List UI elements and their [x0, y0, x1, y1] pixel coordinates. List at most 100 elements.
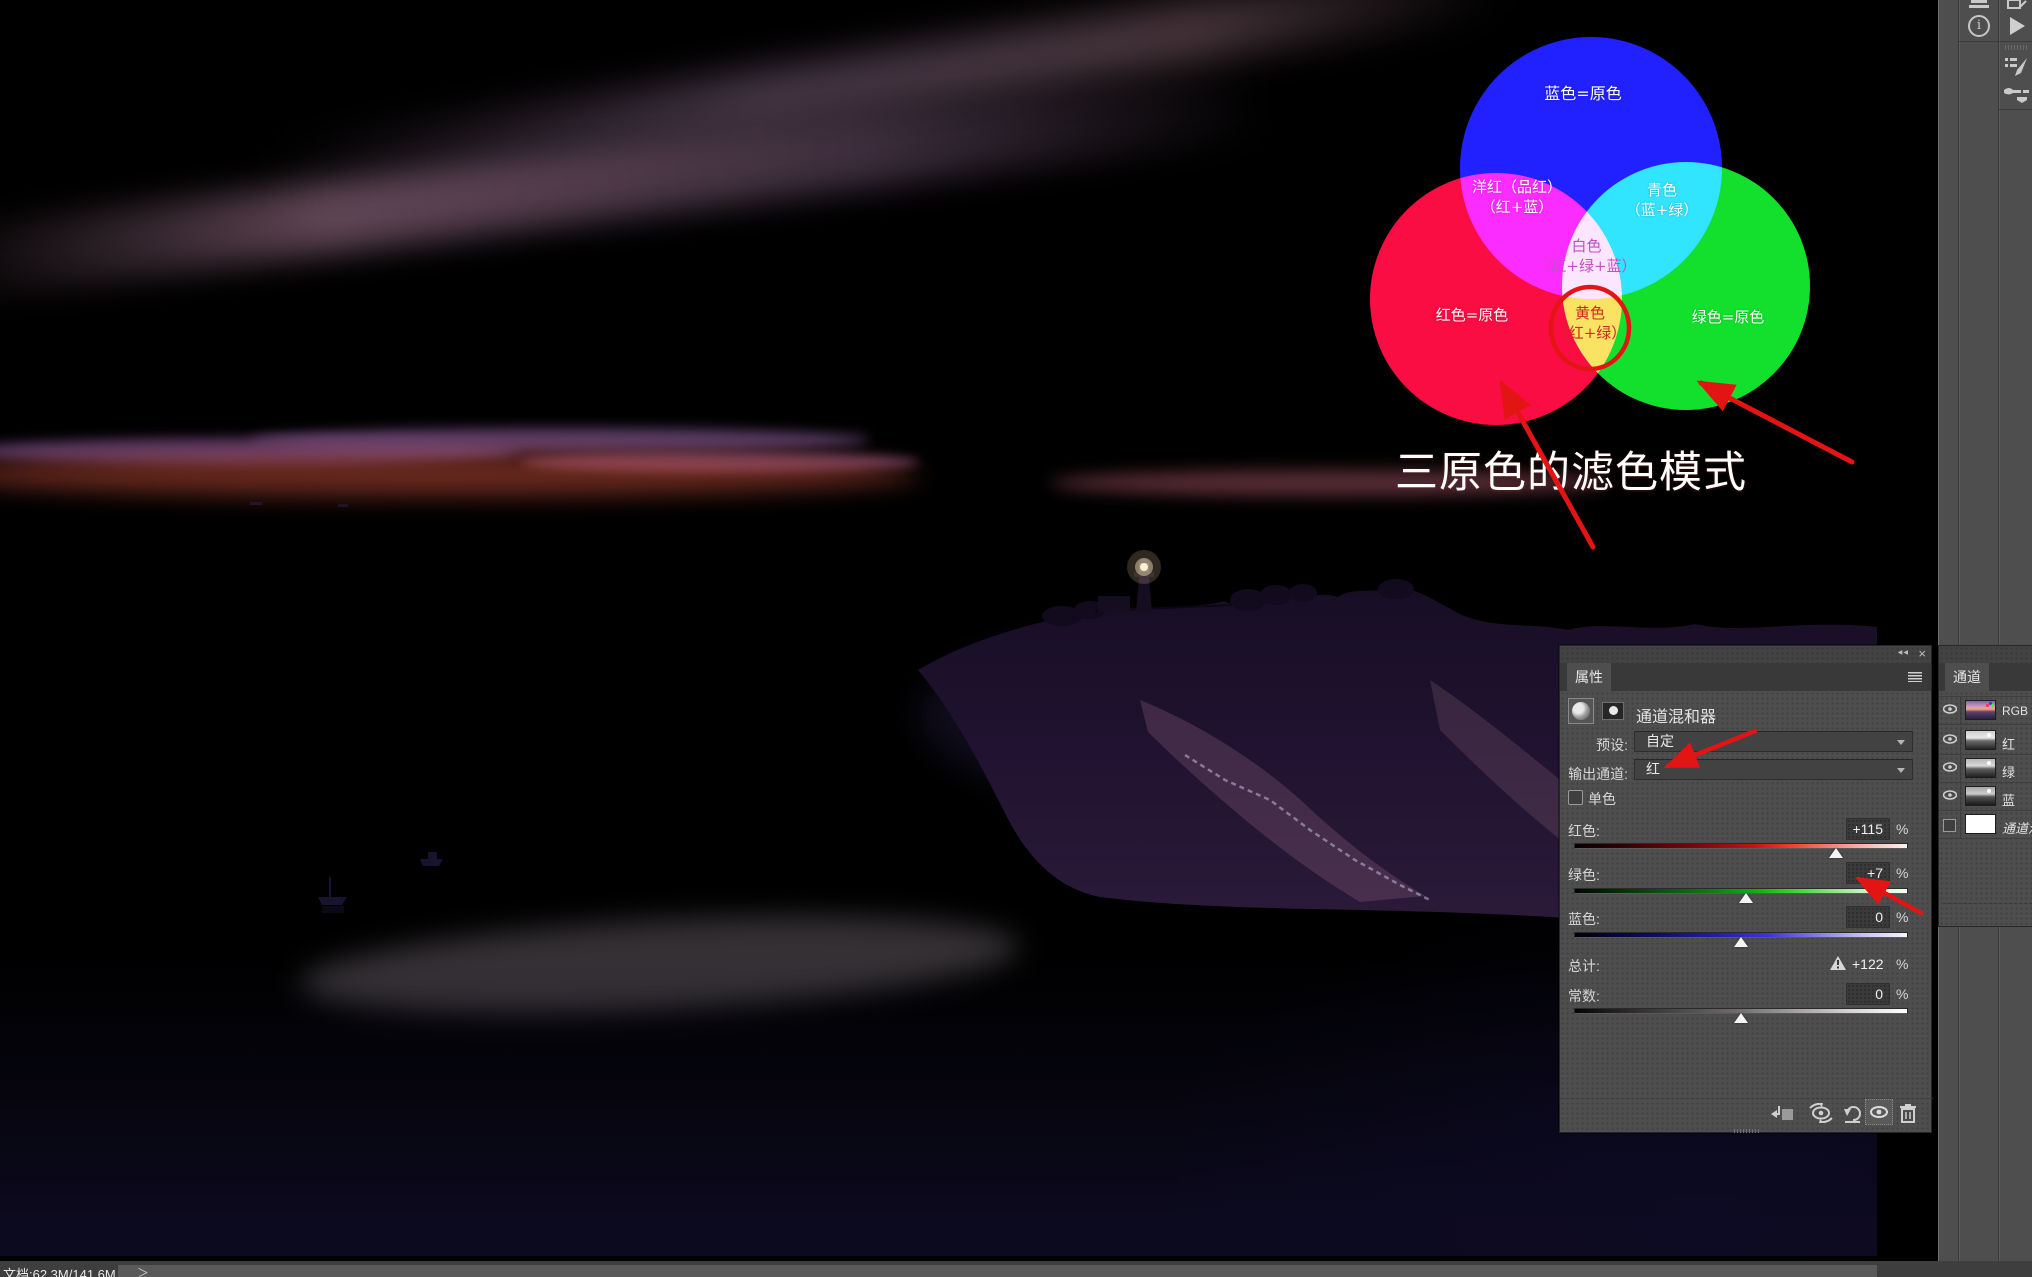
blue-slider-thumb[interactable]: [1734, 937, 1748, 947]
visibility-toggle-button[interactable]: [1865, 1099, 1893, 1125]
blue-slider[interactable]: [1574, 934, 1906, 948]
annotation-caption: 三原色的滤色模式: [1395, 438, 1775, 500]
visibility-eye-icon[interactable]: [1939, 783, 1961, 810]
close-panel-icon[interactable]: ×: [1918, 646, 1926, 661]
red-unit: %: [1896, 821, 1908, 837]
visibility-eye-icon[interactable]: [1939, 697, 1961, 724]
total-unit: %: [1896, 956, 1908, 972]
channel-row-green[interactable]: 绿: [1939, 755, 2032, 783]
chevron-down-icon: [1897, 740, 1905, 745]
dock-divider: [1998, 0, 1999, 1261]
venn-label-blue: 蓝色=原色: [1503, 83, 1663, 105]
red-value-field[interactable]: +115: [1846, 818, 1890, 840]
red-slider[interactable]: [1574, 845, 1906, 859]
dock-grip[interactable]: [2005, 45, 2029, 50]
output-channel-value: 红: [1646, 761, 1660, 777]
constant-label: 常数:: [1568, 986, 1600, 1006]
channel-thumbnail-gray[interactable]: [1965, 730, 1996, 750]
status-bar: 文档:62.3M/141.6M ＞: [0, 1261, 2032, 1277]
output-channel-label: 输出通道:: [1560, 764, 1628, 784]
clip-to-layer-icon[interactable]: [1771, 1105, 1795, 1123]
eye-icon: [1870, 1106, 1888, 1118]
blue-unit: %: [1896, 909, 1908, 925]
preset-dropdown[interactable]: 自定: [1634, 731, 1913, 752]
visibility-checkbox[interactable]: [1939, 811, 1961, 838]
photoshop-window: 蓝色=原色 洋红（品红） （红+蓝） 青色 （蓝+绿） 白色 （红+绿+蓝） 黄…: [0, 0, 2032, 1277]
adjustment-title: 通道混和器: [1636, 703, 1716, 727]
chevron-down-icon: [1897, 768, 1905, 773]
actions-play-icon[interactable]: [2010, 17, 2025, 35]
info-icon[interactable]: i: [1968, 15, 1990, 37]
tab-channels[interactable]: 通道: [1945, 663, 1989, 691]
thumb-dot: [1987, 761, 1991, 765]
channels-tabstrip: 通道: [1939, 663, 2032, 691]
timeline-icon[interactable]: [2007, 0, 2027, 9]
boats: [250, 502, 443, 913]
thumb-dot: [1987, 733, 1991, 737]
lighthouse: [1098, 550, 1161, 612]
properties-panel: ◀◀ × 属性 通道混和器 预设: 自定 输出通道: 红 单色: [1559, 645, 1932, 1133]
constant-slider[interactable]: [1574, 1010, 1906, 1024]
view-previous-state-icon[interactable]: [1807, 1103, 1835, 1123]
warning-icon: [1830, 956, 1846, 970]
channel-thumbnail-gray[interactable]: [1965, 786, 1996, 806]
channel-mixer-glyph: [1572, 702, 1590, 720]
panel-topbar: ◀◀ ×: [1560, 646, 1931, 663]
thumb-dot: [1987, 789, 1991, 793]
constant-value-field[interactable]: 0: [1846, 983, 1890, 1005]
total-value: +122: [1852, 956, 1884, 972]
blue-value-field[interactable]: 0: [1846, 906, 1890, 928]
channel-name: 绿: [2002, 762, 2015, 781]
green-slider-label: 绿色:: [1568, 865, 1600, 885]
channel-thumbnail-mask[interactable]: [1965, 814, 1996, 834]
green-value-field[interactable]: +7: [1846, 862, 1890, 884]
mask-circle: [1609, 706, 1618, 715]
horizontal-scrollbar[interactable]: [118, 1265, 1877, 1277]
green-slider[interactable]: [1574, 890, 1906, 904]
green-slider-thumb[interactable]: [1739, 893, 1753, 903]
document-size-info: 文档:62.3M/141.6M: [3, 1264, 116, 1277]
constant-slider-thumb[interactable]: [1734, 1013, 1748, 1023]
panel-menu-icon[interactable]: [1908, 672, 1922, 682]
channel-thumbnail-rgb[interactable]: [1965, 700, 1996, 720]
right-panel-dock: i: [1938, 0, 2032, 1261]
monochrome-checkbox[interactable]: [1568, 790, 1583, 805]
total-label: 总计:: [1568, 956, 1600, 976]
channel-row-rgb[interactable]: RGB: [1939, 696, 2032, 725]
preset-label: 预设:: [1560, 735, 1628, 755]
channel-row-blue[interactable]: 蓝: [1939, 783, 2032, 811]
red-slider-thumb[interactable]: [1829, 848, 1843, 858]
tool-presets-icon[interactable]: [2003, 84, 2029, 104]
visibility-eye-icon[interactable]: [1939, 755, 1961, 782]
tab-properties[interactable]: 属性: [1567, 663, 1611, 691]
channel-row-mask[interactable]: 通道混...: [1939, 811, 2032, 839]
channel-thumbnail-gray[interactable]: [1965, 758, 1996, 778]
brush-settings-icon[interactable]: [2005, 56, 2029, 78]
mask-thumbnail-icon: [1602, 702, 1624, 720]
thumb-dot: [1991, 704, 1994, 707]
venn-label-magenta: 洋红（品红） （红+蓝）: [1427, 177, 1607, 218]
green-unit: %: [1896, 865, 1908, 881]
collapse-panel-icon[interactable]: ◀◀: [1898, 649, 1909, 656]
status-expand-chevron[interactable]: ＞: [137, 1264, 149, 1277]
channel-mixer-icon: [1568, 698, 1594, 724]
panel-resize-grip[interactable]: [1734, 1129, 1760, 1133]
libraries-icon[interactable]: [1969, 0, 1989, 8]
visibility-eye-icon[interactable]: [1939, 727, 1961, 754]
channel-row-red[interactable]: 红: [1939, 727, 2032, 755]
output-channel-dropdown[interactable]: 红: [1634, 759, 1913, 780]
dock-divider: [1958, 0, 1959, 1261]
checkbox[interactable]: [1943, 819, 1956, 832]
trash-icon[interactable]: [1900, 1104, 1916, 1123]
dock-divider: [1999, 109, 2032, 110]
monochrome-label: 单色: [1588, 789, 1616, 809]
thumb-dot: [1986, 704, 1989, 707]
venn-label-cyan: 青色 （蓝+绿）: [1582, 180, 1742, 221]
dock-divider: [1999, 41, 2032, 42]
venn-label-white: 白色 （红+绿+蓝）: [1504, 236, 1669, 277]
red-slider-label: 红色:: [1568, 821, 1600, 841]
channel-name: 通道混...: [2002, 818, 2032, 837]
properties-tabstrip: 属性: [1560, 663, 1931, 691]
channel-name: RGB: [2002, 704, 2028, 718]
reset-icon[interactable]: [1843, 1105, 1863, 1123]
